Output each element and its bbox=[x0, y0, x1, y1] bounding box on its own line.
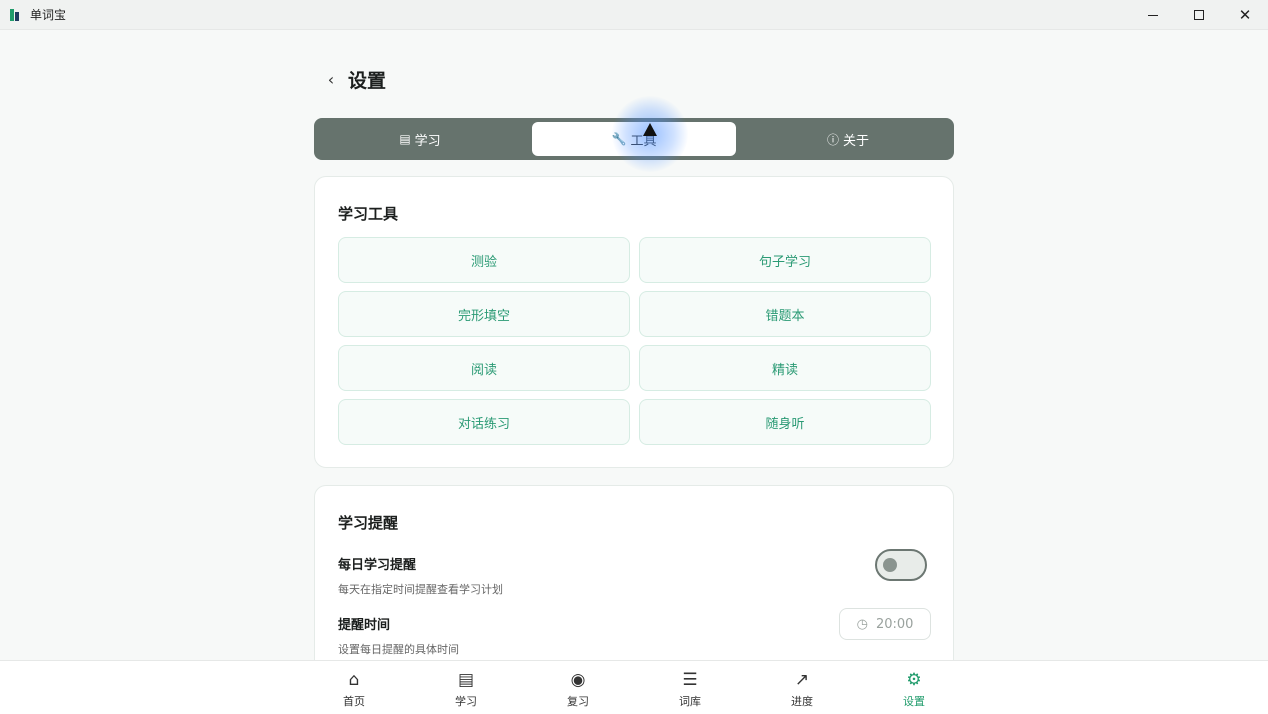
nav-label: 设置 bbox=[903, 695, 925, 708]
nav-label: 学习 bbox=[455, 695, 477, 708]
daily-reminder-title: 每日学习提醒 bbox=[338, 558, 417, 573]
title-bar: 单词宝 ✕ bbox=[0, 0, 1268, 30]
daily-reminder-toggle[interactable] bbox=[875, 549, 927, 581]
close-button[interactable]: ✕ bbox=[1222, 0, 1268, 30]
back-button[interactable]: ‹ bbox=[318, 66, 344, 92]
reminder-card-title: 学习提醒 bbox=[338, 514, 399, 532]
reminder-time-value: 20:00 bbox=[875, 616, 914, 632]
window-controls: ✕ bbox=[1130, 0, 1268, 30]
tab-about[interactable]: ⓘ 关于 bbox=[746, 122, 950, 156]
clock-icon: ◷ bbox=[856, 616, 868, 632]
close-icon: ✕ bbox=[1238, 6, 1252, 24]
tools-card: 学习工具 测验 句子学习 完形填空 错题本 阅读 精读 对话练习 随身听 bbox=[314, 176, 954, 468]
page-title: 设置 bbox=[348, 69, 387, 92]
toggle-knob bbox=[883, 558, 897, 572]
book-icon: ▤ bbox=[457, 670, 475, 690]
window-title: 单词宝 bbox=[30, 8, 67, 22]
maximize-icon bbox=[1194, 10, 1204, 20]
chevron-left-icon: ‹ bbox=[327, 69, 335, 89]
daily-reminder-desc: 每天在指定时间提醒查看学习计划 bbox=[338, 583, 503, 596]
mouse-cursor-icon bbox=[643, 123, 657, 136]
reminder-time-desc: 设置每日提醒的具体时间 bbox=[338, 643, 459, 656]
nav-label: 词库 bbox=[679, 695, 701, 708]
tab-label: 关于 bbox=[843, 133, 870, 149]
minimize-button[interactable] bbox=[1130, 0, 1176, 30]
trend-icon: ↗ bbox=[794, 670, 810, 690]
tool-quiz-button[interactable]: 测验 bbox=[338, 237, 630, 283]
home-icon: ⌂ bbox=[348, 670, 360, 690]
daily-reminder-row: 每日学习提醒 每天在指定时间提醒查看学习计划 bbox=[338, 549, 931, 597]
tools-card-title: 学习工具 bbox=[338, 205, 399, 223]
tool-dialogue-button[interactable]: 对话练习 bbox=[338, 399, 630, 445]
library-icon: ☰ bbox=[682, 670, 698, 690]
app-logo-icon bbox=[10, 8, 20, 21]
book-icon: ▤ bbox=[399, 132, 411, 146]
tool-cloze-button[interactable]: 完形填空 bbox=[338, 291, 630, 337]
tool-intensive-reading-button[interactable]: 精读 bbox=[639, 345, 931, 391]
tab-study[interactable]: ▤ 学习 bbox=[318, 122, 522, 156]
tool-reading-button[interactable]: 阅读 bbox=[338, 345, 630, 391]
tab-label: 学习 bbox=[414, 133, 441, 149]
minimize-icon bbox=[1148, 14, 1158, 16]
nav-item-study[interactable]: ▤ 学习 bbox=[436, 669, 496, 709]
info-icon: ⓘ bbox=[826, 132, 839, 147]
nav-item-progress[interactable]: ↗ 进度 bbox=[772, 669, 832, 709]
maximize-button[interactable] bbox=[1176, 0, 1222, 30]
tool-listening-button[interactable]: 随身听 bbox=[639, 399, 931, 445]
reminder-time-row: 提醒时间 设置每日提醒的具体时间 ◷ 20:00 bbox=[338, 608, 931, 657]
brain-icon: ◉ bbox=[570, 670, 586, 690]
tools-grid: 测验 句子学习 完形填空 错题本 阅读 精读 对话练习 随身听 bbox=[338, 237, 931, 445]
tool-sentence-button[interactable]: 句子学习 bbox=[639, 237, 931, 283]
nav-label: 首页 bbox=[343, 695, 365, 708]
page-header: ‹ 设置 bbox=[314, 66, 386, 92]
nav-item-review[interactable]: ◉ 复习 bbox=[548, 669, 608, 709]
nav-item-settings[interactable]: ⚙ 设置 bbox=[884, 669, 944, 709]
nav-item-library[interactable]: ☰ 词库 bbox=[660, 669, 720, 709]
bottom-navigation: ⌂ 首页 ▤ 学习 ◉ 复习 ☰ 词库 ↗ 进度 ⚙ 设置 bbox=[0, 660, 1268, 714]
nav-item-home[interactable]: ⌂ 首页 bbox=[324, 669, 384, 709]
nav-label: 复习 bbox=[567, 695, 589, 708]
reminder-time-button[interactable]: ◷ 20:00 bbox=[839, 608, 931, 640]
gear-icon: ⚙ bbox=[906, 670, 922, 690]
nav-label: 进度 bbox=[791, 695, 813, 708]
tool-mistakes-button[interactable]: 错题本 bbox=[639, 291, 931, 337]
